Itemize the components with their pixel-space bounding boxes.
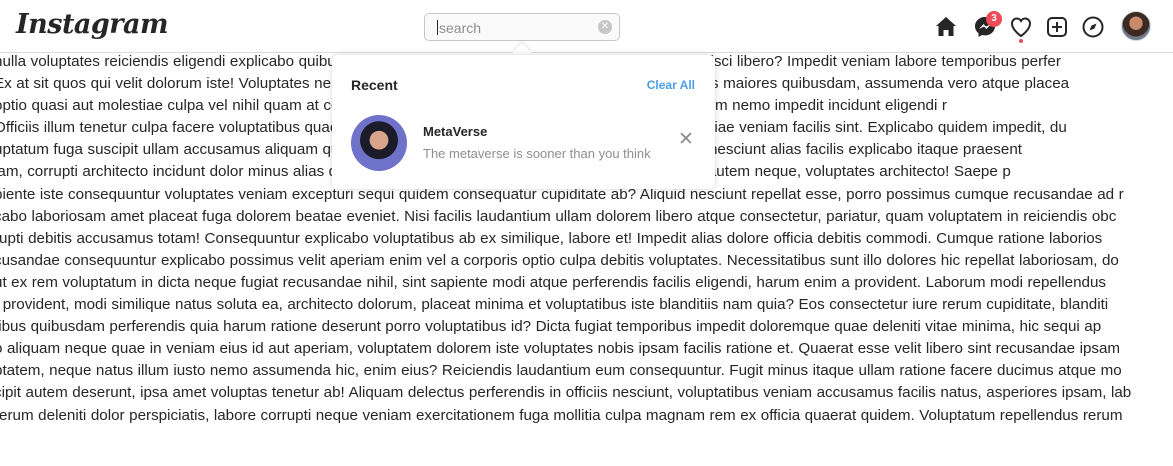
clear-search-icon[interactable]: ✕ <box>598 20 612 34</box>
result-avatar <box>351 115 407 171</box>
explore-compass-icon[interactable] <box>1080 13 1106 41</box>
instagram-logo[interactable]: Instagram <box>16 9 169 40</box>
search-box[interactable]: ✕ <box>424 13 620 41</box>
messenger-icon[interactable]: 3 <box>972 11 1002 41</box>
body-text-line: rerum deleniti dolor perspiciatis, labor… <box>0 406 1123 424</box>
text-cursor <box>437 20 438 35</box>
heart-icon[interactable] <box>1008 13 1034 43</box>
search-results-dropdown: Recent Clear All MetaVerse The metaverse… <box>332 55 715 189</box>
recent-heading: Recent <box>351 77 398 93</box>
body-text-line: ptatem, neque natus illum iusto nemo ass… <box>0 362 1122 380</box>
messages-badge: 3 <box>986 11 1002 27</box>
body-text-line: o aliquam neque quae in veniam eius id a… <box>0 340 1121 358</box>
body-text-line: cabo laboriosam amet placeat fuga dolore… <box>0 207 1117 225</box>
body-text-line: t provident, modi similique natus soluta… <box>0 296 1109 314</box>
profile-avatar[interactable] <box>1121 11 1151 41</box>
home-icon[interactable] <box>933 13 959 41</box>
result-subtitle: The metaverse is sooner than you think <box>423 146 651 161</box>
body-text-line: rupti debitis accusamus totam! Consequun… <box>0 229 1103 247</box>
clear-all-button[interactable]: Clear All <box>647 78 695 92</box>
body-text-line: cusandae consequuntur explicabo possimus… <box>0 251 1119 269</box>
body-text-line: ut ex rem voluptatum in dicta neque fugi… <box>0 273 1107 291</box>
result-name: MetaVerse <box>423 124 488 139</box>
search-input[interactable] <box>437 18 601 38</box>
top-navigation-bar: Instagram ✕ 3 <box>0 0 1173 53</box>
notification-dot <box>1019 39 1023 43</box>
remove-result-icon[interactable]: ✕ <box>678 130 694 149</box>
body-text-line: tibus quibusdam perferendis quia harum r… <box>0 318 1102 336</box>
body-text-line: cipit autem deserunt, ipsa amet voluptas… <box>0 384 1132 402</box>
new-post-icon[interactable] <box>1044 13 1070 41</box>
